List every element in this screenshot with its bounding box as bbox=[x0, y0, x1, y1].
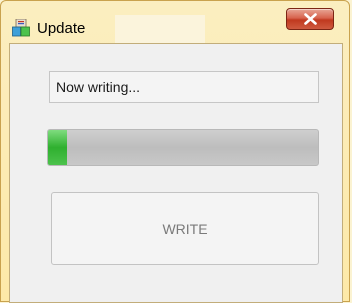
progress-bar bbox=[47, 129, 319, 166]
progress-bar-fill bbox=[48, 130, 67, 165]
close-icon bbox=[304, 13, 317, 25]
dialog-body: Now writing... WRITE bbox=[9, 43, 343, 303]
write-button[interactable]: WRITE bbox=[51, 192, 319, 265]
window-title: Update bbox=[37, 20, 86, 37]
update-app-icon bbox=[12, 18, 30, 37]
update-window: Update Now writing... WRITE bbox=[0, 0, 350, 303]
title-bar[interactable]: Update bbox=[1, 1, 349, 43]
status-box: Now writing... bbox=[49, 71, 319, 103]
close-button[interactable] bbox=[286, 8, 334, 30]
title-blank-area bbox=[115, 15, 205, 43]
status-text: Now writing... bbox=[56, 79, 141, 95]
